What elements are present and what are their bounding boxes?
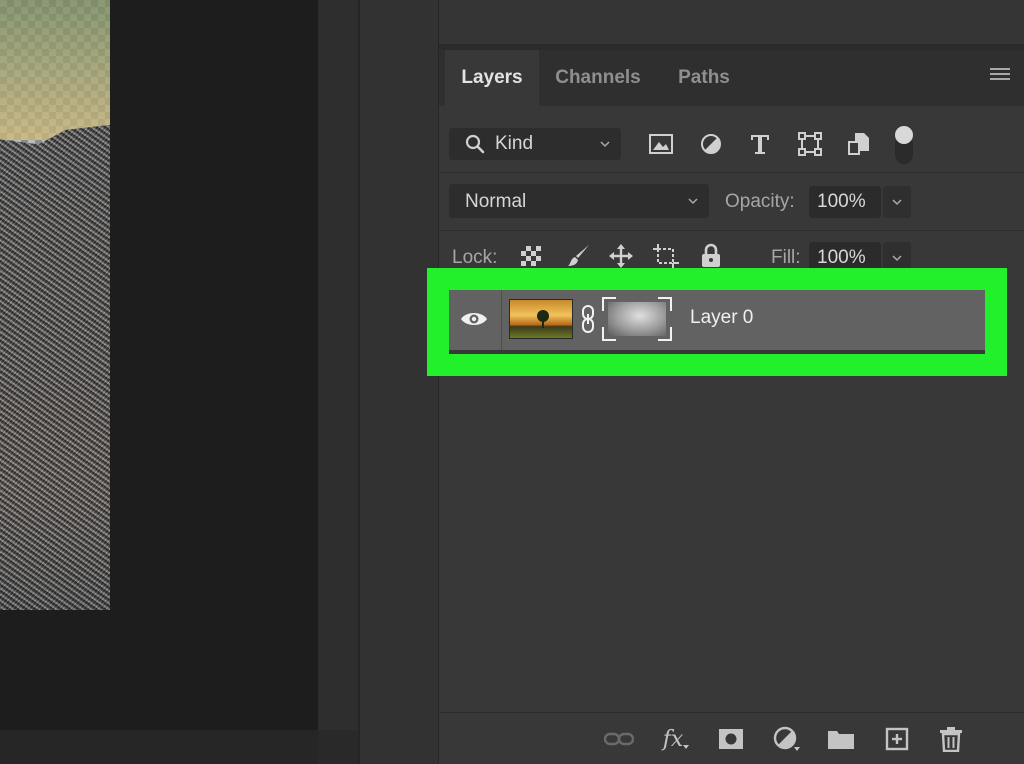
link-layers-icon[interactable] [604,725,634,753]
opacity-dropdown-button[interactable] [883,186,911,218]
chevron-down-icon [688,198,698,205]
document-image[interactable] [0,0,110,610]
chevron-down-icon [892,255,902,262]
shape-layer-filter-icon[interactable] [794,128,826,160]
mask-link-icon[interactable] [580,305,596,333]
layer-mask-thumbnail[interactable] [602,297,672,341]
new-adjustment-layer-icon[interactable] [772,725,802,753]
lock-image-pixels-icon[interactable] [565,242,593,270]
thumbnail-trunk [542,320,544,328]
photoshop-window: Layers Channels Paths Kind Normal Opacit… [0,0,1024,764]
delete-layer-icon[interactable] [936,725,966,753]
type-layer-filter-icon[interactable] [744,128,776,160]
smart-object-filter-icon[interactable] [843,128,875,160]
layer-thumbnail[interactable] [509,299,573,339]
fill-label: Fill: [771,247,801,268]
divider [439,230,1024,231]
image-ground [0,125,110,610]
toggle-knob [895,126,913,144]
filter-kind-select[interactable]: Kind [449,128,621,160]
new-group-icon[interactable] [826,725,856,753]
filter-toggle-switch[interactable] [895,126,913,164]
lock-artboard-icon[interactable] [652,242,680,270]
tab-channels[interactable]: Channels [539,50,657,106]
lock-label: Lock: [452,247,498,268]
panel-tab-bar: Layers Channels Paths [439,50,1024,106]
upper-panel [439,0,1024,45]
canvas-vertical-scrollbar[interactable] [318,0,358,764]
tab-paths[interactable]: Paths [657,50,751,106]
layer-row[interactable]: Layer 0 [447,288,985,350]
filter-kind-label: Kind [495,133,534,154]
document-canvas[interactable] [0,0,318,730]
add-mask-icon[interactable] [716,725,746,753]
blend-mode-value: Normal [465,191,527,212]
tab-layers[interactable]: Layers [445,50,539,106]
image-sky [0,0,110,140]
divider [439,172,1024,173]
fill-dropdown-button[interactable] [883,242,911,274]
menu-line [990,68,1010,70]
lock-all-icon[interactable] [697,242,725,270]
new-layer-icon[interactable] [882,725,912,753]
mask-selection-corner [602,297,616,311]
layers-panel: Layers Channels Paths Kind Normal Opacit… [439,50,1024,764]
adjustment-layer-filter-icon[interactable] [695,128,727,160]
search-icon [465,134,485,154]
menu-line [990,78,1010,80]
layer-name[interactable]: Layer 0 [690,307,753,329]
mask-selection-corner [602,327,616,341]
visibility-toggle[interactable] [447,288,502,350]
chevron-down-icon [600,141,610,148]
canvas-bottom-bar [0,730,318,764]
dropdown-triangle-icon [683,745,690,749]
lock-transparent-pixels-icon[interactable] [517,242,545,270]
layer-style-fx-icon[interactable]: fx [661,725,691,753]
mask-selection-corner [658,327,672,341]
eye-icon [461,313,487,325]
blend-mode-select[interactable]: Normal [449,184,709,218]
chevron-down-icon [892,199,902,206]
lock-position-icon[interactable] [607,242,635,270]
menu-line [990,73,1010,75]
opacity-label: Opacity: [725,191,795,212]
opacity-input[interactable]: 100% [809,186,881,218]
panel-menu-icon[interactable] [990,68,1010,86]
mask-selection-corner [658,297,672,311]
canvas-corner [318,730,358,764]
collapsed-panel-dock [360,0,438,764]
pixel-layer-filter-icon[interactable] [645,128,677,160]
fill-input[interactable]: 100% [809,242,881,274]
layers-bottom-toolbar: fx [439,712,1024,764]
fx-label: fx [662,726,684,752]
